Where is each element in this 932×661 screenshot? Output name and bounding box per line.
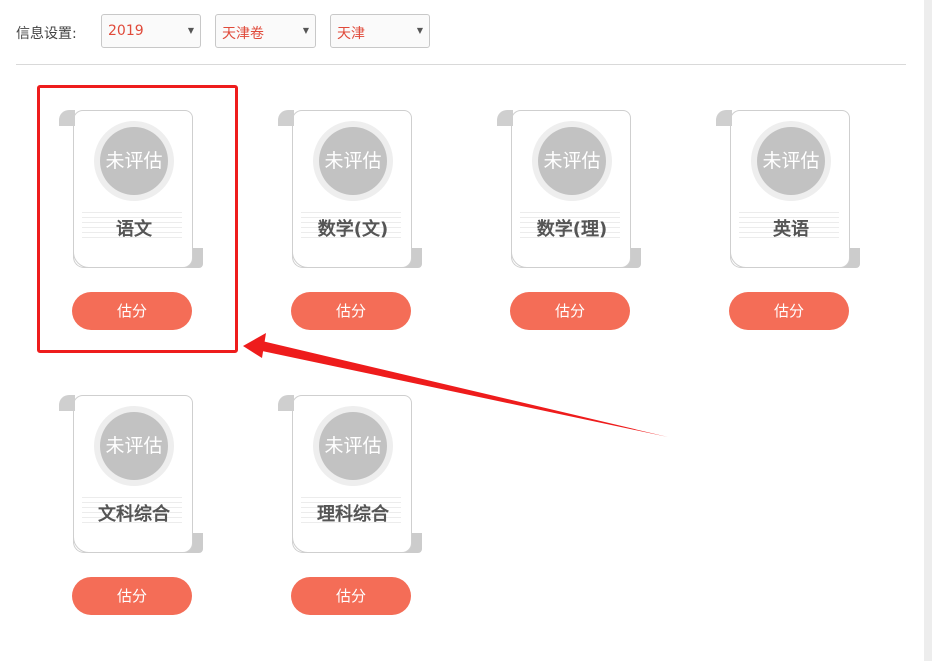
- arrow-shaft: [262, 341, 668, 437]
- arrow-head: [243, 333, 266, 358]
- annotation-arrow: [243, 333, 668, 437]
